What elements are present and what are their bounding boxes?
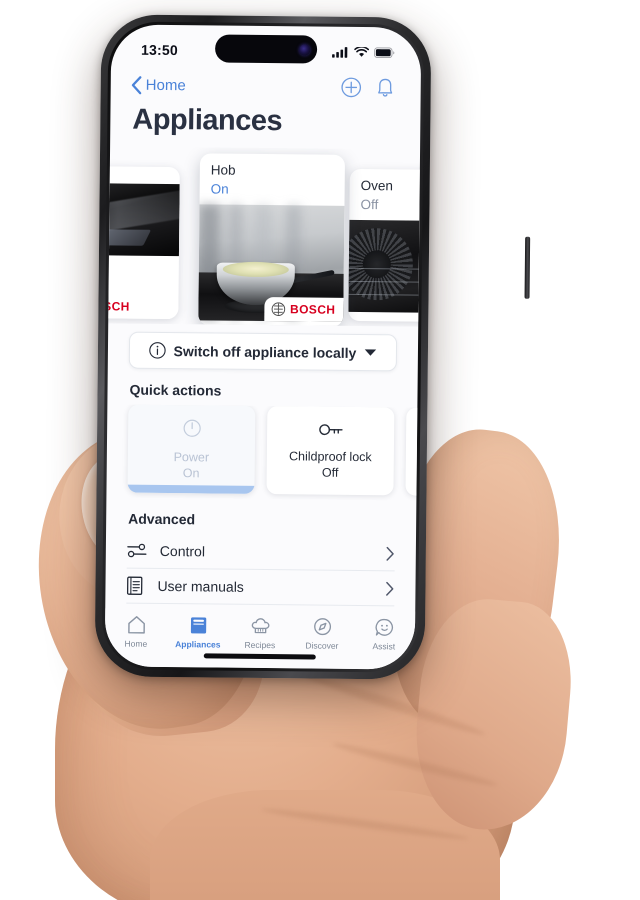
card-header [108, 166, 180, 184]
quick-action-power[interactable]: Power On [127, 404, 256, 494]
key-icon [318, 422, 344, 441]
smiley-chat-icon [375, 618, 393, 636]
brand-chip: BOSCH [263, 297, 344, 323]
scene: 13:50 Home Appliances BOSCH Hob On BOSCH… [0, 0, 640, 900]
quick-action-label: Childproof lock [288, 448, 372, 464]
advanced-row-control[interactable]: Control [126, 533, 396, 572]
status-bar: 13:50 [111, 24, 421, 69]
battery-full-icon [374, 46, 395, 58]
advanced-list: Control User manuals [105, 533, 416, 607]
appliance-card-oven[interactable]: Oven Off [348, 168, 421, 323]
quick-action-state: On [182, 465, 200, 480]
tab-discover[interactable]: Discover [291, 616, 353, 651]
tab-home[interactable]: Home [105, 614, 167, 649]
page-title: Appliances [132, 103, 283, 138]
appliance-card-hob[interactable]: Hob On BOSCH [198, 153, 346, 327]
card-header: Hob On [199, 153, 345, 206]
appliance-name: Oven [360, 178, 394, 194]
status-indicators [332, 46, 395, 58]
app-nav-bar: Home [111, 66, 421, 103]
document-icon [126, 576, 143, 595]
dropdown-label: Switch off appliance locally [173, 342, 357, 361]
chevron-left-icon [131, 75, 142, 94]
tab-label: Recipes [244, 639, 276, 651]
status-time: 13:50 [141, 41, 179, 59]
bell-icon[interactable] [376, 77, 395, 98]
quick-actions-row[interactable]: Power On Childproof lock Off [106, 404, 418, 500]
back-button[interactable]: Home [131, 75, 186, 95]
plus-circle-icon[interactable] [341, 76, 362, 97]
oven-fan [348, 228, 414, 301]
advanced-heading: Advanced [128, 510, 196, 528]
wifi-icon [354, 46, 370, 57]
advanced-row-label: User manuals [157, 577, 244, 595]
brand-name: BOSCH [108, 299, 130, 314]
appliance-name: Hob [210, 162, 236, 178]
sliders-icon [127, 543, 147, 558]
house-icon [127, 616, 145, 634]
back-button-label: Home [145, 76, 186, 94]
chevron-right-icon [386, 546, 394, 561]
chef-hat-icon [251, 618, 269, 634]
phone-device: 13:50 Home Appliances BOSCH Hob On BOSCH… [94, 14, 531, 680]
nav-actions [341, 76, 395, 98]
power-icon [183, 419, 201, 442]
power-button[interactable] [524, 236, 531, 299]
appliance-card-previous[interactable]: BOSCH [108, 165, 180, 320]
phone-screen: 13:50 Home Appliances BOSCH Hob On BOSCH… [104, 24, 422, 670]
dynamic-island [214, 34, 318, 64]
tab-assist[interactable]: Assist [353, 617, 415, 652]
advanced-row-label: Control [159, 542, 206, 560]
tab-appliances[interactable]: Appliances [167, 615, 229, 650]
appliance-state: Off [360, 196, 379, 213]
appliance-photo: BOSCH [198, 204, 345, 323]
appliance-state: On [210, 181, 229, 197]
signal-bars-icon [332, 46, 348, 58]
card-header: Oven Off [349, 169, 420, 222]
appliance-photo [348, 220, 421, 314]
hob-control-panel [108, 229, 152, 246]
chevron-right-icon [386, 581, 394, 596]
front-camera-icon [299, 43, 311, 55]
chevron-down-icon[interactable] [364, 348, 377, 357]
switch-off-locally-dropdown[interactable]: Switch off appliance locally [128, 331, 398, 372]
appliance-name [108, 175, 169, 176]
brand-name: BOSCH [289, 302, 336, 318]
phone-bezel: 13:50 Home Appliances BOSCH Hob On BOSCH… [101, 21, 425, 673]
tab-recipes[interactable]: Recipes [229, 616, 291, 651]
brand-chip: BOSCH [108, 293, 179, 320]
info-circle-icon [148, 342, 166, 359]
appliance-state [108, 176, 169, 177]
tab-label: Discover [305, 640, 339, 651]
quick-action-state: Off [321, 465, 339, 480]
quick-actions-heading: Quick actions [129, 381, 222, 399]
tab-bar: Home Appliances Recipes Discover Assist [104, 608, 416, 670]
appliance-icon [190, 617, 206, 634]
quick-action-next-peek[interactable] [405, 407, 418, 497]
quick-action-childproof-lock[interactable]: Childproof lock Off [266, 406, 395, 496]
compass-icon [313, 618, 331, 636]
tab-label: Appliances [175, 639, 221, 650]
bosch-logo-icon [271, 302, 285, 317]
appliance-photo [108, 182, 180, 257]
tab-label: Assist [372, 641, 396, 652]
power-progress-bar [127, 484, 255, 494]
tab-label: Home [124, 638, 148, 649]
quick-action-label: Power [173, 449, 210, 464]
appliance-carousel[interactable]: BOSCH Hob On BOSCH Oven Off [108, 146, 421, 327]
advanced-row-user-manuals[interactable]: User manuals [126, 568, 395, 607]
